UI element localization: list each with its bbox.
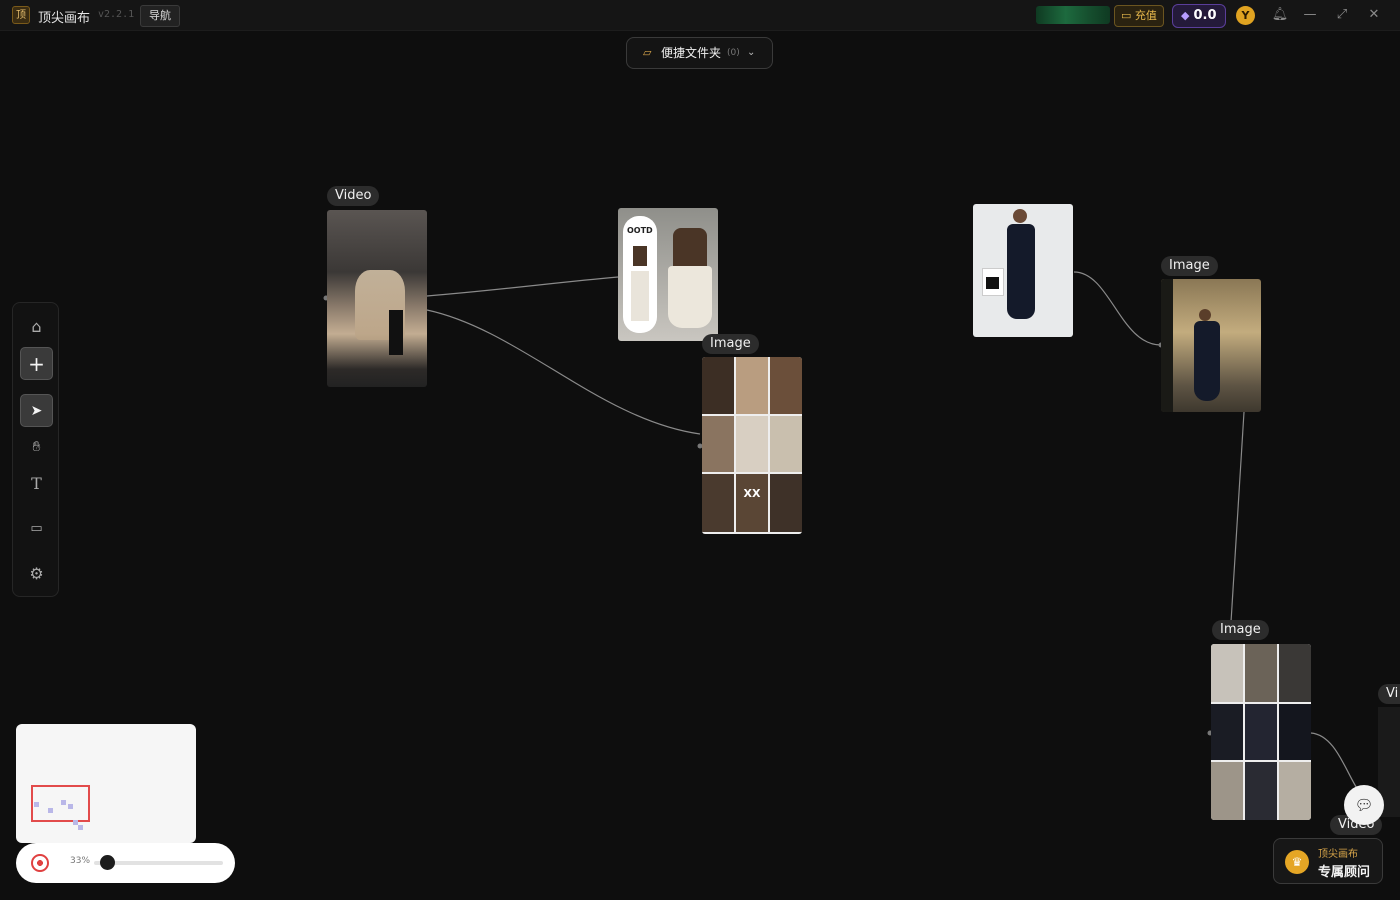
- video-thumbnail[interactable]: [327, 210, 427, 387]
- node-label-image: Image: [1161, 256, 1218, 276]
- collage-cell: [1211, 762, 1243, 820]
- zoom-slider-thumb[interactable]: [100, 855, 115, 870]
- node-label-video: Vi: [1378, 684, 1400, 704]
- wire: [1310, 732, 1359, 791]
- collage-cell: [702, 357, 734, 414]
- collage-cell: [702, 416, 734, 472]
- minimap-node: [78, 825, 83, 830]
- model-head: [1013, 209, 1027, 223]
- collage-badge: XX: [736, 474, 768, 532]
- node-label-video: Video: [327, 186, 380, 206]
- plus-icon[interactable]: +: [20, 347, 53, 380]
- collage-cell: [1279, 644, 1311, 702]
- image-thumbnail[interactable]: [1211, 644, 1311, 820]
- collage-cell: [770, 357, 802, 414]
- connection-wires: [323, 271, 1359, 791]
- model-head: [1199, 309, 1211, 321]
- target-icon[interactable]: [31, 854, 49, 872]
- crown-icon: ♛: [1285, 850, 1309, 874]
- zoom-value: 33%: [70, 856, 91, 866]
- model-top: [673, 228, 707, 268]
- collage-cell: [1279, 704, 1311, 760]
- collage-cell: [1245, 704, 1277, 760]
- collage-cell: [1211, 704, 1243, 760]
- left-toolbar: ⌂ + ➤ ✋︎ T ▭ ⚙: [12, 302, 59, 597]
- wire: [1073, 271, 1162, 346]
- cursor-icon[interactable]: ➤: [20, 394, 53, 427]
- top-garment: [633, 246, 647, 266]
- wire: [1230, 411, 1245, 623]
- model-skirt: [668, 266, 712, 328]
- collage-cell: [770, 474, 802, 532]
- collage-cell: [736, 357, 768, 414]
- wire: [426, 276, 619, 297]
- swatch-card: [982, 268, 1004, 296]
- node-label-image: Image: [702, 334, 759, 354]
- minimap-node: [34, 802, 39, 807]
- swatch: [986, 277, 999, 289]
- dress-shape: [1194, 321, 1220, 401]
- tree-shape: [1161, 279, 1173, 412]
- chat-button[interactable]: 💬︎: [1344, 785, 1384, 825]
- dress-shape: [1007, 224, 1035, 319]
- skirt-garment: [631, 271, 649, 321]
- ootd-text: OOTD: [627, 226, 653, 235]
- zoom-control: 33%: [16, 843, 235, 883]
- node-label-image: Image: [1212, 620, 1269, 640]
- folder-icon[interactable]: ▭: [20, 512, 53, 545]
- advisor-button[interactable]: ♛ 顶尖画布 专属顾问: [1273, 838, 1383, 884]
- minimap[interactable]: [16, 724, 196, 843]
- boot-shape: [389, 310, 403, 355]
- minimap-node: [68, 804, 73, 809]
- collage-cell: [770, 416, 802, 472]
- hand-icon[interactable]: ✋︎: [20, 431, 53, 464]
- collage-cell: [1245, 762, 1277, 820]
- chat-bubble-icon: 💬︎: [1354, 796, 1374, 814]
- home-icon[interactable]: ⌂: [20, 310, 53, 343]
- minimap-node: [48, 808, 53, 813]
- image-thumbnail[interactable]: OOTD: [618, 208, 718, 341]
- collage-cell: [702, 474, 734, 532]
- image-thumbnail[interactable]: XX: [702, 357, 802, 534]
- advisor-brand: 顶尖画布: [1318, 849, 1358, 860]
- advisor-label: 专属顾问: [1318, 865, 1371, 880]
- minimap-node: [61, 800, 66, 805]
- ootd-card: OOTD: [623, 216, 657, 333]
- text-icon[interactable]: T: [20, 467, 53, 500]
- collage-cell: [1245, 644, 1277, 702]
- settings-icon[interactable]: ⚙: [20, 557, 53, 590]
- image-thumbnail[interactable]: [1161, 279, 1261, 412]
- collage-cell: [1211, 644, 1243, 702]
- image-thumbnail[interactable]: [973, 204, 1073, 337]
- collage-cell: [1279, 762, 1311, 820]
- collage-cell: [736, 416, 768, 472]
